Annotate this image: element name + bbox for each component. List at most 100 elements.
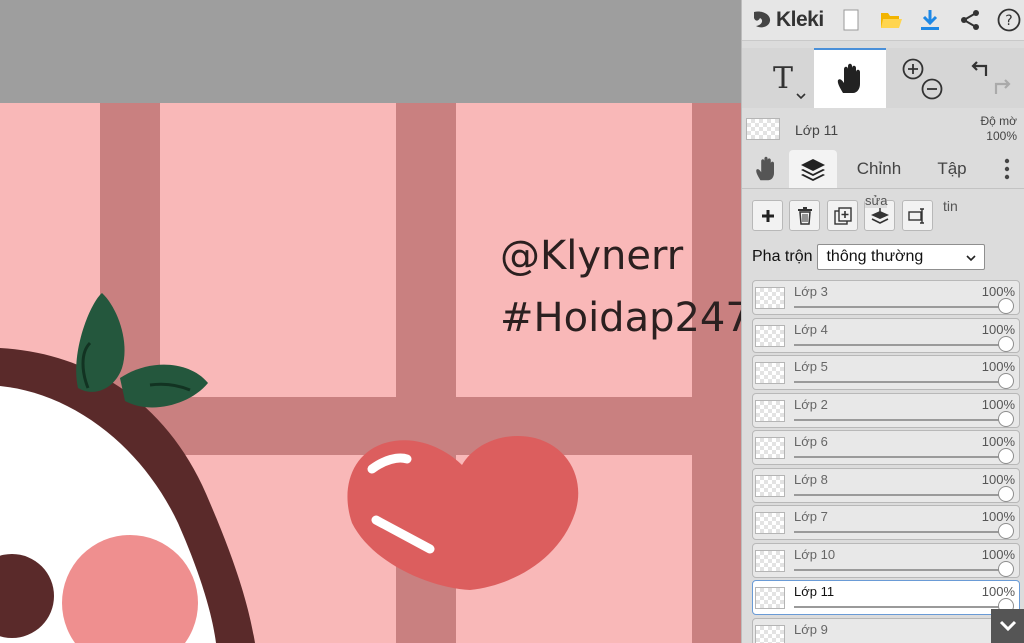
duplicate-icon bbox=[833, 206, 852, 225]
handle-text: @Klynerr bbox=[500, 233, 684, 279]
opacity-slider-handle[interactable] bbox=[998, 523, 1014, 539]
current-layer-name: Lớp 11 bbox=[795, 122, 839, 138]
opacity-slider-handle[interactable] bbox=[998, 561, 1014, 577]
chevron-down-icon[interactable] bbox=[796, 92, 806, 100]
download-icon[interactable] bbox=[916, 6, 944, 34]
rename-icon bbox=[907, 207, 924, 224]
layer-item[interactable]: Lớp 10 100% bbox=[752, 543, 1020, 578]
svg-text:?: ? bbox=[1005, 13, 1012, 29]
zoom-in-icon[interactable] bbox=[902, 58, 924, 80]
current-layer-thumbnail bbox=[746, 118, 780, 140]
opacity-slider-track[interactable] bbox=[794, 569, 1009, 571]
tab-file-overlay: tin bbox=[943, 198, 958, 214]
layer-thumbnail bbox=[755, 437, 785, 459]
scroll-down-button[interactable] bbox=[991, 609, 1024, 643]
opacity-slider-track[interactable] bbox=[794, 494, 1009, 496]
open-folder-icon[interactable] bbox=[877, 6, 905, 34]
opacity-slider-track[interactable] bbox=[794, 531, 1009, 533]
opacity-slider-track[interactable] bbox=[794, 306, 1009, 308]
undo-icon[interactable] bbox=[971, 61, 988, 76]
layer-item[interactable]: Lớp 6 100% bbox=[752, 430, 1020, 465]
layer-item[interactable]: Lớp 3 100% bbox=[752, 280, 1020, 315]
layer-thumbnail bbox=[755, 287, 785, 309]
opacity-slider-handle[interactable] bbox=[998, 298, 1014, 314]
opacity-slider-handle[interactable] bbox=[998, 373, 1014, 389]
layer-item[interactable]: Lớp 5 100% bbox=[752, 355, 1020, 390]
add-layer-button[interactable] bbox=[752, 200, 783, 231]
layer-thumbnail bbox=[755, 400, 785, 422]
trash-icon bbox=[797, 206, 812, 225]
side-panel: Kleki ? T Lớp 11 Độ mờ 100% Chỉnh Tập sử… bbox=[741, 0, 1024, 643]
layer-item[interactable]: Lớp 7 100% bbox=[752, 505, 1020, 540]
kleki-logo-icon bbox=[754, 11, 771, 28]
layer-opacity: 100% bbox=[981, 547, 1015, 562]
layer-name: Lớp 5 bbox=[794, 359, 828, 374]
layer-name: Lớp 9 bbox=[794, 622, 828, 637]
current-layer-header: Lớp 11 Độ mờ 100% bbox=[742, 110, 1024, 150]
layer-thumbnail bbox=[755, 362, 785, 384]
opacity-slider-track[interactable] bbox=[794, 344, 1009, 346]
layer-name: Lớp 8 bbox=[794, 472, 828, 487]
opacity-slider-handle[interactable] bbox=[998, 411, 1014, 427]
text-tool-button[interactable]: T bbox=[752, 48, 814, 108]
hand-tool-button[interactable] bbox=[814, 48, 886, 108]
layer-thumbnail bbox=[755, 512, 785, 534]
top-bar: Kleki ? bbox=[742, 0, 1024, 41]
rename-layer-button[interactable] bbox=[902, 200, 933, 231]
layer-item[interactable]: Lớp 2 100% bbox=[752, 393, 1020, 428]
panel-tabs: Chỉnh Tập bbox=[742, 150, 1024, 189]
tab-layers[interactable] bbox=[789, 150, 837, 188]
delete-layer-button[interactable] bbox=[789, 200, 820, 231]
opacity-slider-track[interactable] bbox=[794, 419, 1009, 421]
opacity-slider-track[interactable] bbox=[794, 456, 1009, 458]
layer-thumbnail bbox=[755, 550, 785, 572]
layer-opacity: 100% bbox=[981, 397, 1015, 412]
share-icon[interactable] bbox=[956, 6, 984, 34]
tab-hand[interactable] bbox=[746, 150, 786, 188]
chevron-down-icon bbox=[966, 255, 977, 262]
tab-edit[interactable]: Chỉnh bbox=[846, 150, 912, 188]
layer-thumbnail bbox=[755, 325, 785, 347]
opacity-slider-handle[interactable] bbox=[998, 448, 1014, 464]
layer-opacity: 100% bbox=[981, 509, 1015, 524]
layer-name: Lớp 2 bbox=[794, 397, 828, 412]
opacity-slider-track[interactable] bbox=[794, 606, 1009, 608]
merge-down-icon bbox=[870, 206, 889, 224]
layer-opacity: 100% bbox=[981, 434, 1015, 449]
blend-mode-label: Pha trộn bbox=[752, 248, 813, 265]
layer-opacity: 100% bbox=[981, 322, 1015, 337]
redo-icon[interactable] bbox=[994, 79, 1011, 94]
layer-item[interactable]: Lớp 4 100% bbox=[752, 318, 1020, 353]
layer-thumbnail bbox=[755, 625, 785, 643]
layer-name: Lớp 6 bbox=[794, 434, 828, 449]
artboard[interactable]: @Klynerr #Hoidap247 bbox=[0, 103, 741, 643]
layers-icon bbox=[801, 159, 825, 181]
layer-actions: sửa tin bbox=[742, 193, 1024, 236]
layer-item[interactable]: Lớp 95 bbox=[752, 618, 1020, 643]
layer-opacity: 100% bbox=[981, 584, 1015, 599]
tab-file[interactable]: Tập bbox=[924, 150, 980, 188]
tab-edit-label: Chỉnh bbox=[856, 159, 902, 178]
opacity-label: Độ mờ bbox=[980, 114, 1017, 128]
new-file-icon[interactable] bbox=[837, 6, 865, 34]
layer-name: Lớp 7 bbox=[794, 509, 828, 524]
opacity-slider-handle[interactable] bbox=[998, 486, 1014, 502]
duplicate-layer-button[interactable] bbox=[827, 200, 858, 231]
drawing-canvas-area[interactable]: @Klynerr #Hoidap247 bbox=[0, 0, 741, 643]
help-icon[interactable]: ? bbox=[995, 6, 1023, 34]
hand-icon bbox=[837, 63, 860, 93]
layer-opacity: 100% bbox=[981, 284, 1015, 299]
opacity-slider-track[interactable] bbox=[794, 381, 1009, 383]
layer-item[interactable]: Lớp 8 100% bbox=[752, 468, 1020, 503]
merge-layer-button[interactable]: sửa bbox=[864, 193, 895, 231]
hashtag-text: #Hoidap247 bbox=[500, 295, 741, 341]
layer-item[interactable]: Lớp 11 100% bbox=[752, 580, 1020, 615]
more-menu-button[interactable] bbox=[994, 150, 1020, 188]
tab-edit-overlay: sửa bbox=[865, 193, 888, 208]
zoom-out-icon[interactable] bbox=[921, 78, 943, 100]
opacity-value: 100% bbox=[986, 129, 1017, 143]
kleki-logo[interactable]: Kleki bbox=[751, 6, 824, 34]
blend-mode-select[interactable]: thông thường bbox=[817, 244, 986, 270]
layer-opacity: 100% bbox=[981, 359, 1015, 374]
opacity-slider-handle[interactable] bbox=[998, 336, 1014, 352]
